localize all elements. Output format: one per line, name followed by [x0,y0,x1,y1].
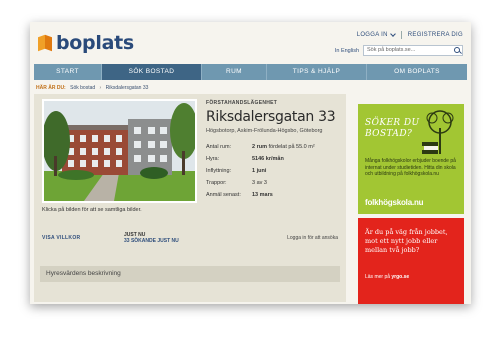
nav-item-sok-bostad[interactable]: SÖK BOSTAD [102,64,202,80]
ad-headline: SÖKER DU BOSTAD? [365,118,420,139]
listing-photo[interactable] [42,99,197,203]
register-link[interactable]: REGISTRERA DIG [408,32,463,38]
ad-brand: folkhögskola.nu [365,198,424,207]
breadcrumb-item-sok-bostad[interactable]: Sök bostad [70,85,95,91]
ad-read-more: Läs mer på yrgo.se [365,274,410,280]
yrgo-ad[interactable]: Är du på väg från jobbet, mot ett nytt j… [358,218,464,304]
property-title: Riksdalersgatan 33 [206,109,336,125]
nav-item-om-boplats[interactable]: OM BOPLATS [367,64,467,80]
logo-house-icon [38,34,52,52]
photo-caption: Klicka på bilden för att se samtliga bil… [42,207,142,213]
login-to-apply-link[interactable]: Logga in för att ansöka [287,235,338,241]
applicant-count: JUST NU 33 SÖKANDE JUST NU [124,232,179,244]
search-placeholder: Sök på boplats.se... [367,47,416,53]
boplats-logo[interactable]: boplats [38,32,134,54]
tree-books-icon [418,106,462,161]
fact-move-in: Inflyttning: 1 juni [206,168,267,174]
main-nav: START SÖK BOSTAD RUM TIPS & HJÄLP OM BOP… [34,64,467,80]
breadcrumb: HÄR ÄR DU: Sök bostad › Riksdalersgatan … [36,85,148,91]
chevron-down-icon [389,31,396,37]
search-row: In English Sök på boplats.se... [335,45,463,56]
search-input[interactable]: Sök på boplats.se... [363,45,463,56]
facts-list: Antal rum: 2 rum fördelat på 55.0 m² Hyra… [206,141,342,201]
folkhogskola-ad[interactable]: SÖKER DU BOSTAD? Många folkhögskolor erb… [358,104,464,214]
nav-item-tips-hjalp[interactable]: TIPS & HJÄLP [267,64,367,80]
breadcrumb-item-current: Riksdalersgatan 33 [105,85,149,91]
login-link[interactable]: LOGGA IN [357,31,396,38]
top-links: LOGGA IN REGISTRERA DIG [357,31,463,39]
fact-rooms: Antal rum: 2 rum fördelat på 55.0 m² [206,144,315,150]
ad-headline: Är du på väg från jobbet, mot ett nytt j… [365,228,448,254]
ad-body: Många folkhögskolor erbjuder boende på i… [365,158,456,177]
search-icon[interactable] [454,47,460,53]
fact-floors: Trappor: 3 av 3 [206,180,267,186]
nav-item-start[interactable]: START [34,64,102,80]
listing-details: FÖRSTAHANDSLÄGENHET Riksdalersgatan 33 H… [206,100,342,201]
breadcrumb-arrow-icon: › [99,85,102,91]
listing-actions: VISA VILLKOR JUST NU 33 SÖKANDE JUST NU … [42,232,342,252]
header: boplats LOGGA IN REGISTRERA DIG In Engli… [30,22,471,64]
listing-panel: Klicka på bilden för att se samtliga bil… [34,94,346,302]
property-location: Högsbotorp, Askim-Frölunda-Högsbo, Göteb… [206,128,323,134]
divider [400,31,402,39]
nav-item-rum[interactable]: RUM [202,64,267,80]
property-type: FÖRSTAHANDSLÄGENHET [206,100,278,106]
language-link[interactable]: In English [335,48,359,54]
visa-villkor-link[interactable]: VISA VILLKOR [42,235,80,241]
breadcrumb-prefix: HÄR ÄR DU: [36,85,66,91]
page-frame: boplats LOGGA IN REGISTRERA DIG In Engli… [30,22,471,304]
description-accordion[interactable]: Hyresvärdens beskrivning [40,266,340,282]
fact-deadline: Anmäl senast: 13 mars [206,192,273,198]
fact-rent: Hyra: 5146 kr/mån [206,156,284,162]
logo-text: boplats [56,32,134,54]
